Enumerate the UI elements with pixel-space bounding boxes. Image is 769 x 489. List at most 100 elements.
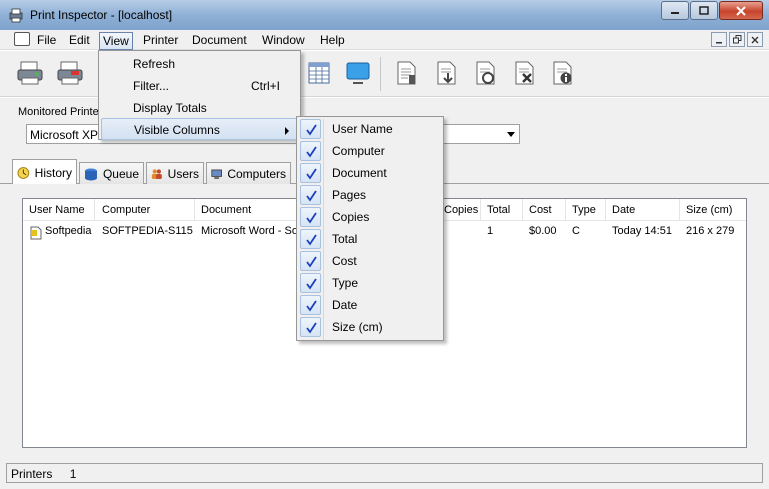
checkmark-icon bbox=[300, 207, 321, 227]
column-toggle-copies[interactable]: Copies bbox=[299, 206, 441, 228]
tab-label: Users bbox=[167, 166, 199, 181]
column-toggle-type[interactable]: Type bbox=[299, 272, 441, 294]
tab-label: Queue bbox=[102, 166, 139, 181]
menu-bar: File Edit View Printer Document Window H… bbox=[0, 30, 769, 50]
minimize-icon bbox=[716, 41, 722, 43]
tab-queue[interactable]: Queue bbox=[79, 162, 144, 184]
status-printers-label: Printers bbox=[11, 467, 53, 481]
cell-user-name: Softpedia bbox=[45, 225, 92, 237]
column-toggle-label: Pages bbox=[332, 188, 367, 202]
checkmark-icon bbox=[300, 229, 321, 249]
tab-history[interactable]: History bbox=[12, 159, 77, 185]
menu-item-visible-columns[interactable]: Visible Columns bbox=[101, 118, 298, 140]
column-toggle-cost[interactable]: Cost bbox=[299, 250, 441, 272]
status-printers-field: Printers 1 bbox=[6, 463, 763, 483]
status-printers-count: 1 bbox=[69, 467, 77, 481]
mdi-close-button[interactable] bbox=[747, 32, 763, 47]
checkmark-icon bbox=[300, 273, 321, 293]
column-toggle-size[interactable]: Size (cm) bbox=[299, 316, 441, 338]
maximize-icon bbox=[699, 6, 709, 15]
checkmark-icon bbox=[300, 141, 321, 161]
document-info-icon[interactable] bbox=[548, 59, 576, 87]
table-icon[interactable] bbox=[305, 59, 333, 87]
visible-columns-submenu: User Name Computer Document Pages Copies… bbox=[296, 116, 444, 341]
window-title: Print Inspector - [localhost] bbox=[30, 8, 173, 22]
column-toggle-label: Computer bbox=[332, 144, 385, 158]
column-header-size[interactable]: Size (cm) bbox=[680, 199, 747, 221]
minimize-icon bbox=[671, 11, 679, 14]
cell-total: 1 bbox=[487, 225, 494, 237]
mdi-minimize-button[interactable] bbox=[711, 32, 727, 47]
monitor-icon[interactable] bbox=[344, 59, 372, 87]
column-toggle-label: Copies bbox=[332, 210, 370, 224]
column-toggle-computer[interactable]: Computer bbox=[299, 140, 441, 162]
document-delete-icon[interactable] bbox=[510, 59, 538, 87]
tab-users[interactable]: Users bbox=[146, 162, 204, 184]
close-button[interactable] bbox=[719, 1, 763, 20]
column-header-type[interactable]: Type bbox=[566, 199, 606, 221]
column-toggle-label: Size (cm) bbox=[332, 320, 383, 334]
checkmark-icon bbox=[300, 295, 321, 315]
column-header-total[interactable]: Total bbox=[481, 199, 523, 221]
column-header-user-name[interactable]: User Name bbox=[23, 199, 95, 221]
menu-item-label: Filter... bbox=[133, 79, 170, 93]
menu-edit[interactable]: Edit bbox=[66, 32, 93, 48]
column-toggle-user-name[interactable]: User Name bbox=[299, 118, 441, 140]
users-icon bbox=[151, 168, 162, 179]
menu-item-filter[interactable]: Filter... Ctrl+I bbox=[101, 75, 298, 97]
column-header-date[interactable]: Date bbox=[606, 199, 680, 221]
cell-copies bbox=[438, 223, 481, 225]
menu-help[interactable]: Help bbox=[317, 32, 348, 48]
menu-document[interactable]: Document bbox=[189, 32, 250, 48]
cell-cost: $0.00 bbox=[529, 225, 557, 237]
title-bar: Print Inspector - [localhost] bbox=[0, 0, 769, 30]
queue-icon bbox=[84, 168, 97, 180]
view-menu-dropdown: Refresh Filter... Ctrl+I Display Totals … bbox=[98, 50, 301, 140]
checkmark-icon bbox=[300, 163, 321, 183]
menu-item-shortcut: Ctrl+I bbox=[250, 79, 280, 93]
column-toggle-pages[interactable]: Pages bbox=[299, 184, 441, 206]
column-toggle-label: Date bbox=[332, 298, 358, 312]
menu-item-refresh[interactable]: Refresh bbox=[101, 53, 298, 75]
tab-label: History bbox=[34, 165, 72, 180]
cell-size: 216 x 279 bbox=[686, 225, 735, 237]
printer-app-icon bbox=[9, 8, 23, 23]
column-header-computer[interactable]: Computer bbox=[96, 199, 195, 221]
menu-window[interactable]: Window bbox=[259, 32, 308, 48]
mdi-restore-button[interactable] bbox=[729, 32, 745, 47]
column-toggle-total[interactable]: Total bbox=[299, 228, 441, 250]
menu-item-display-totals[interactable]: Display Totals bbox=[101, 97, 298, 119]
menu-view[interactable]: View bbox=[99, 32, 133, 50]
column-toggle-label: Total bbox=[332, 232, 358, 246]
column-toggle-document[interactable]: Document bbox=[299, 162, 441, 184]
menu-item-label: Visible Columns bbox=[134, 123, 220, 137]
column-header-copies[interactable]: Copies bbox=[438, 199, 481, 221]
remove-printer-icon[interactable] bbox=[56, 59, 84, 87]
column-header-cost[interactable]: Cost bbox=[523, 199, 566, 221]
tab-computers[interactable]: Computers bbox=[206, 162, 291, 184]
chevron-right-icon bbox=[285, 127, 289, 135]
printer-icon[interactable] bbox=[16, 59, 44, 87]
document-restart-icon[interactable] bbox=[471, 59, 499, 87]
menu-item-label: Display Totals bbox=[133, 101, 207, 115]
restore-icon bbox=[732, 35, 741, 44]
column-toggle-label: Cost bbox=[332, 254, 357, 268]
checkmark-icon bbox=[300, 185, 321, 205]
close-icon bbox=[751, 36, 759, 43]
cell-date: Today 14:51 bbox=[612, 225, 672, 237]
chevron-down-icon[interactable] bbox=[507, 132, 515, 137]
menu-printer[interactable]: Printer bbox=[140, 32, 181, 48]
minimize-button[interactable] bbox=[661, 1, 689, 20]
cell-computer: SOFTPEDIA-S115 bbox=[102, 225, 193, 237]
menu-file[interactable]: File bbox=[34, 32, 59, 48]
column-toggle-date[interactable]: Date bbox=[299, 294, 441, 316]
document-download-icon[interactable] bbox=[432, 59, 460, 87]
maximize-button[interactable] bbox=[690, 1, 718, 20]
column-toggle-label: Document bbox=[332, 166, 387, 180]
column-toggle-label: Type bbox=[332, 276, 359, 290]
cell-type: C bbox=[572, 225, 580, 237]
document-window-icon[interactable] bbox=[14, 32, 30, 46]
status-bar: Printers 1 bbox=[0, 461, 769, 489]
history-icon bbox=[17, 166, 30, 179]
document-properties-icon[interactable] bbox=[392, 59, 420, 87]
